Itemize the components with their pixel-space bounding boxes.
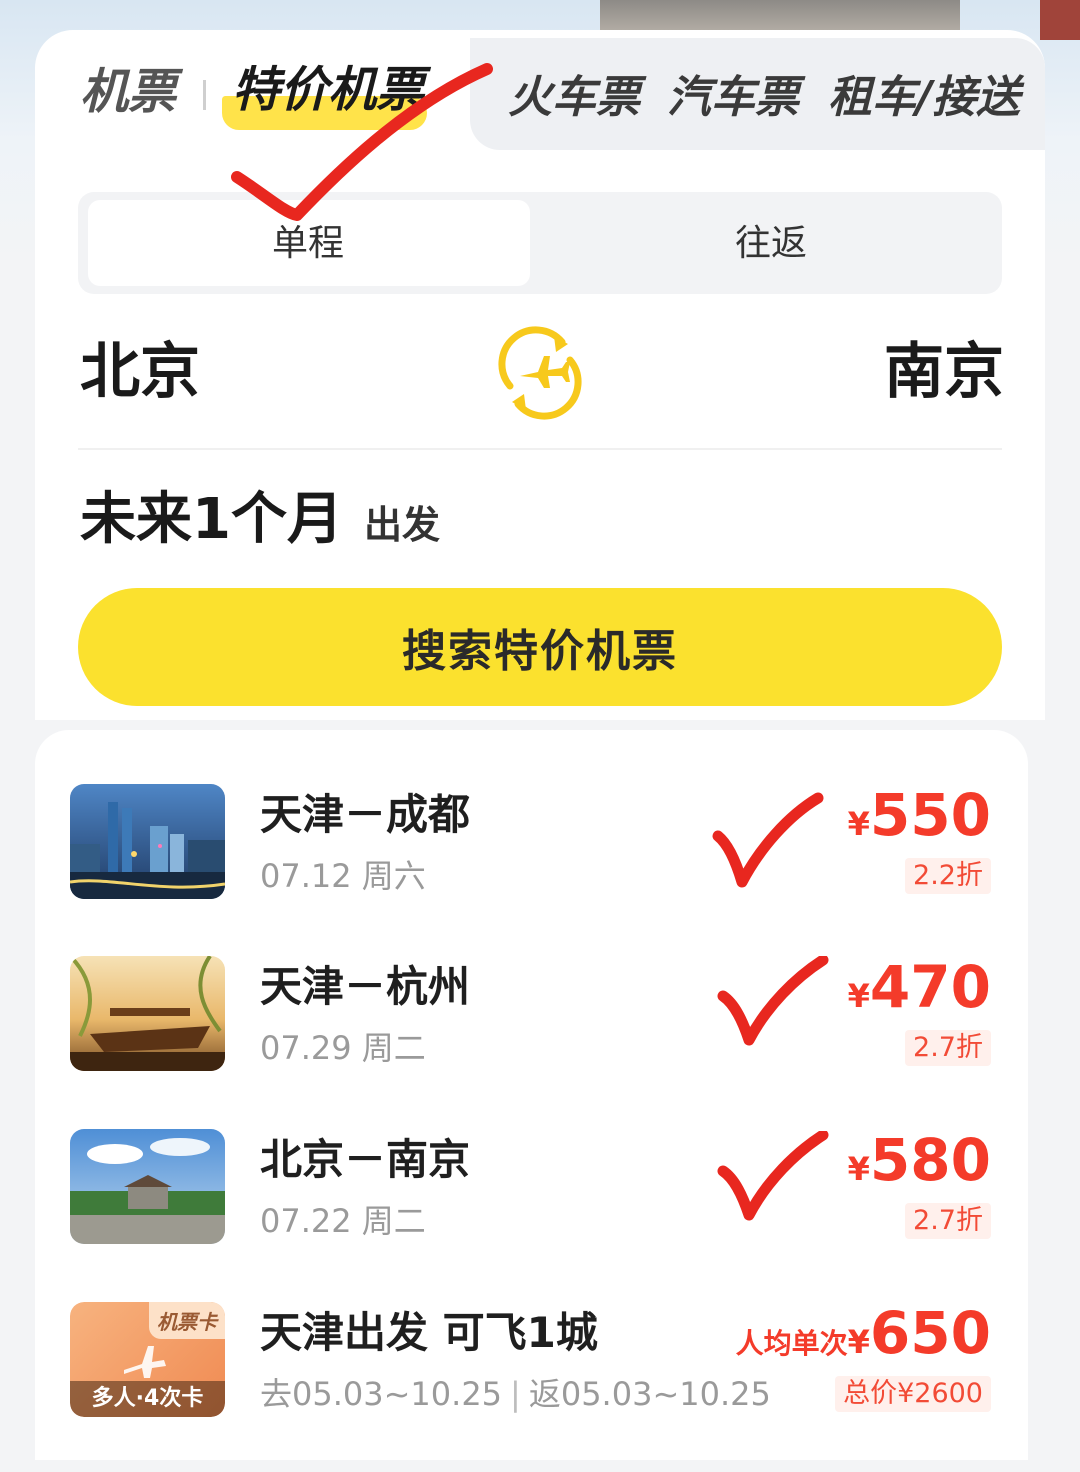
flight-pass-item[interactable]: 机票卡 多人·4次卡 天津出发 可飞1城 去05.03~10.25 | 返05.03… [35, 1302, 1028, 1472]
deal-date: 07.22 周二 [260, 1202, 426, 1240]
hangzhou-lake-photo [70, 956, 225, 1071]
trip-type-round-trip[interactable]: 往返 [735, 226, 807, 262]
divider [78, 448, 1002, 450]
deal-price: ¥550 [847, 781, 991, 849]
deal-discount-badge: 2.2折 [905, 858, 991, 894]
deal-route: 天津－杭州 [260, 962, 471, 1011]
flight-pass-card: 机票卡 多人·4次卡 [70, 1302, 225, 1417]
header-photo-roof [1040, 0, 1080, 40]
deal-item[interactable]: 北京－南京 07.22 周二 ¥580 2.7折 [35, 1129, 1028, 1299]
pass-foot: 多人·4次卡 [70, 1381, 225, 1417]
check-mark-icon [717, 956, 829, 1046]
deal-price: ¥470 [847, 953, 991, 1021]
pass-tag: 机票卡 [149, 1302, 225, 1339]
check-mark-icon [712, 792, 824, 888]
pass-dates: 去05.03~10.25 | 返05.03~10.25 [260, 1375, 771, 1413]
trip-type-one-way[interactable]: 单程 [272, 226, 344, 262]
deal-route: 北京－南京 [260, 1135, 471, 1184]
departure-city[interactable]: 北京 [80, 342, 200, 402]
date-suffix: 出发 [364, 503, 441, 547]
chengdu-city-photo [70, 784, 225, 899]
tab-car-transfer[interactable]: 租车/接送 [828, 76, 1020, 120]
arrival-city[interactable]: 南京 [884, 342, 1004, 402]
date-range[interactable]: 未来1个月 [80, 492, 343, 548]
pass-price: 人均单次¥650 [735, 1299, 991, 1367]
deal-discount-badge: 2.7折 [905, 1203, 991, 1239]
search-special-flights-button[interactable]: 搜索特价机票 [78, 588, 1002, 706]
deal-route: 天津－成都 [260, 790, 471, 839]
plane-icon [124, 1346, 166, 1378]
deal-date: 07.12 周六 [260, 857, 426, 895]
deal-discount-badge: 2.7折 [905, 1030, 991, 1066]
tab-bus[interactable]: 汽车票 [667, 76, 799, 120]
tab-flight[interactable]: 机票 [80, 68, 176, 116]
nanjing-landmark-photo [70, 1129, 225, 1244]
deal-price: ¥580 [847, 1126, 991, 1194]
check-mark-icon [717, 1131, 829, 1221]
pass-title: 天津出发 可飞1城 [260, 1308, 598, 1357]
tab-train[interactable]: 火车票 [508, 76, 640, 120]
tab-divider [203, 80, 206, 110]
plane-swap-icon[interactable] [492, 326, 588, 420]
pass-total-badge: 总价¥2600 [835, 1376, 991, 1412]
deal-item[interactable]: 天津－成都 07.12 周六 ¥550 2.2折 [35, 784, 1028, 954]
deal-date: 07.29 周二 [260, 1029, 426, 1067]
deal-item[interactable]: 天津－杭州 07.29 周二 ¥470 2.7折 [35, 956, 1028, 1126]
check-mark-icon [231, 63, 493, 221]
